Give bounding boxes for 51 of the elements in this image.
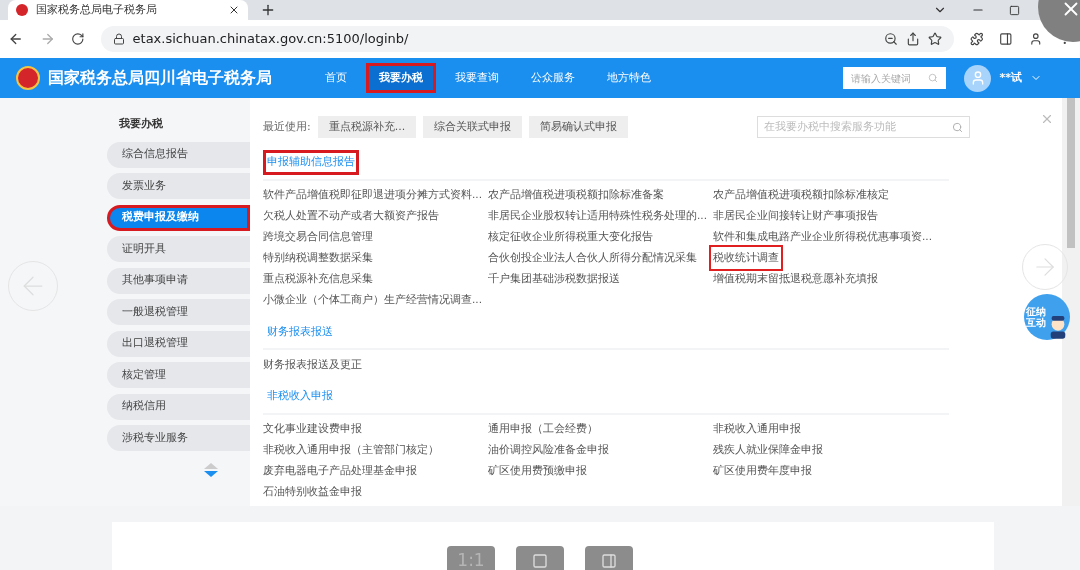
star-icon[interactable] bbox=[927, 32, 942, 46]
sidebar-item[interactable]: 发票业务 bbox=[107, 173, 250, 199]
fullscreen-icon bbox=[532, 553, 548, 569]
zoom-out-icon[interactable] bbox=[883, 32, 898, 46]
recent-label: 最近使用: bbox=[263, 118, 311, 135]
assistant-label: 征纳互动 bbox=[1026, 306, 1047, 328]
new-tab-icon[interactable] bbox=[260, 2, 276, 18]
service-link[interactable]: 税收统计调查 bbox=[709, 245, 783, 271]
nav-tab[interactable]: 我要办税 bbox=[366, 63, 436, 93]
sidebar-item[interactable]: 其他事项申请 bbox=[107, 267, 250, 294]
search-placeholder: 在我要办税中搜索服务功能 bbox=[764, 118, 898, 135]
emblem-icon bbox=[16, 4, 28, 16]
url-text: etax.sichuan.chinatax.gov.cn:5100/loginb/ bbox=[132, 30, 410, 49]
scrollbar-thumb[interactable] bbox=[1067, 98, 1075, 248]
recent-button[interactable]: 重点税源补充... bbox=[317, 116, 417, 138]
search-placeholder: 请输入关键词 bbox=[851, 71, 913, 86]
profile-icon[interactable] bbox=[1028, 32, 1043, 46]
sidebar-item[interactable]: 出口退税管理 bbox=[107, 330, 250, 357]
sidebar-item[interactable]: 纳税信用 bbox=[107, 393, 250, 420]
sidebar-item[interactable]: 证明开具 bbox=[107, 236, 250, 262]
section-title: 非税收入申报 bbox=[266, 388, 334, 404]
tab-title: 国家税务总局电子税务局 bbox=[36, 1, 158, 18]
sidebar-item[interactable]: 税费申报及缴纳 bbox=[107, 204, 250, 231]
figure-icon bbox=[1048, 314, 1068, 340]
extensions-icon[interactable] bbox=[969, 32, 984, 46]
close-icon[interactable] bbox=[228, 4, 240, 16]
address-bar[interactable]: etax.sichuan.chinatax.gov.cn:5100/loginb/ bbox=[100, 26, 954, 52]
crop-button[interactable] bbox=[585, 546, 633, 570]
sidebar-item[interactable]: 核定管理 bbox=[107, 362, 250, 388]
back-icon[interactable] bbox=[8, 31, 24, 47]
section-title: 财务报表报送 bbox=[266, 323, 334, 340]
sidebar-item[interactable]: 一般退税管理 bbox=[107, 299, 250, 325]
restore-icon[interactable] bbox=[1009, 5, 1020, 16]
service-link[interactable]: 财务报表报送及更正 bbox=[259, 351, 366, 378]
site-title: 国家税务总局四川省电子税务局 bbox=[48, 67, 272, 89]
side-panel-icon[interactable] bbox=[999, 32, 1013, 46]
recent-button[interactable]: 综合关联式申报 bbox=[423, 116, 523, 138]
share-icon[interactable] bbox=[905, 32, 920, 46]
user-avatar[interactable] bbox=[964, 64, 992, 92]
section-title: 申报辅助信息报告 bbox=[263, 150, 359, 175]
sidebar-item[interactable]: 综合信息报告 bbox=[107, 141, 250, 168]
search-icon[interactable] bbox=[952, 121, 964, 133]
emblem-icon bbox=[16, 66, 40, 90]
sidebar-title: 我要办税 bbox=[118, 116, 164, 132]
lock-icon bbox=[112, 33, 125, 45]
browser-tab[interactable]: 国家税务总局电子税务局 bbox=[8, 0, 248, 20]
fullscreen-button[interactable] bbox=[516, 546, 564, 570]
recent-button[interactable]: 简易确认式申报 bbox=[529, 116, 629, 138]
sidebar-item[interactable]: 涉税专业服务 bbox=[107, 425, 250, 451]
reload-icon[interactable] bbox=[71, 32, 85, 46]
screenshot-icon bbox=[601, 553, 617, 569]
